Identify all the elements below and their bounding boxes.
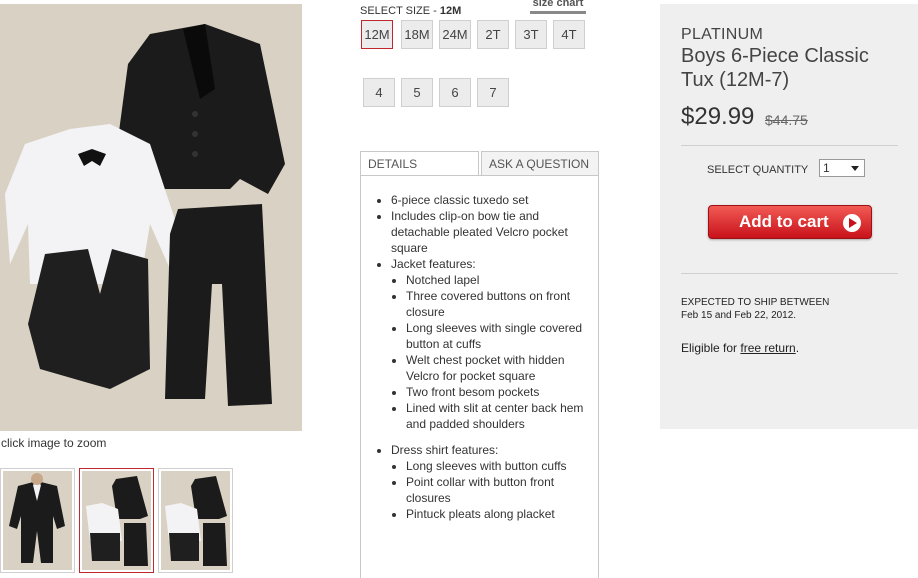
size-option-2t[interactable]: 2T [477,20,509,49]
sale-price: $29.99 [681,103,755,130]
divider [681,273,898,274]
return-eligibility-prefix: Eligible for [681,341,741,355]
list-item: Two front besom pockets [406,384,588,400]
thumbnail-tux-alt-image [165,476,227,566]
size-selected-value: 12M [439,5,462,17]
quantity-label: SELECT QUANTITY [707,164,809,176]
size-option-12m[interactable]: 12M [361,20,393,49]
jacket-features-list: Notched lapel Three covered buttons on f… [391,272,588,432]
list-item: Lined with slit at center back hem and p… [406,400,588,432]
product-title: Boys 6-Piece Classic Tux (12M-7) [681,45,869,91]
size-option-7[interactable]: 7 [477,78,509,107]
free-return-link[interactable]: free return [740,341,795,355]
chevron-down-icon [851,166,859,171]
add-to-cart-button[interactable]: Add to cart [708,205,872,239]
return-eligibility: Eligible for free return. [681,341,799,355]
thumbnail-3[interactable] [158,468,233,573]
list-item: Welt chest pocket with hidden Velcro for… [406,352,588,384]
return-eligibility-suffix: . [795,341,800,355]
list-item: Pintuck pleats along placket [406,506,588,522]
quantity-value: 1 [823,161,830,175]
thumbnail-tux-pieces-image [86,476,148,566]
thumbnail-tux-front-image [9,473,65,563]
shipping-estimate-heading: EXPECTED TO SHIP BETWEEN [681,297,830,308]
tuxedo-set-illustration [5,24,285,406]
main-product-image[interactable] [0,4,302,431]
tab-details[interactable]: DETAILS [360,151,479,176]
details-list: 6-piece classic tuxedo set Includes clip… [377,192,588,522]
tab-ask-a-question[interactable]: ASK A QUESTION [481,151,599,176]
size-option-18m[interactable]: 18M [401,20,433,49]
purchase-panel: PLATINUM Boys 6-Piece Classic Tux (12M-7… [660,4,918,429]
list-item-heading: Dress shirt features: [391,443,499,457]
size-option-4t[interactable]: 4T [553,20,585,49]
list-item: 6-piece classic tuxedo set [391,192,588,208]
size-chart-link[interactable]: size chart [530,0,586,14]
zoom-caption: click image to zoom [1,436,107,450]
list-item: Long sleeves with single covered button … [406,320,588,352]
size-option-3t[interactable]: 3T [515,20,547,49]
list-item: Three covered buttons on front closure [406,288,588,320]
list-item: Jacket features: Notched lapel Three cov… [391,256,588,432]
size-label-text: SELECT SIZE - [360,5,440,17]
thumbnail-1[interactable] [0,468,75,573]
list-item: Point collar with button front closures [406,474,588,506]
details-panel: 6-piece classic tuxedo set Includes clip… [360,175,599,578]
list-item: Long sleeves with button cuffs [406,458,588,474]
details-tabs: DETAILS ASK A QUESTION [360,151,599,176]
size-label: SELECT SIZE - 12M [360,5,461,17]
original-price: $44.75 [765,112,808,128]
size-option-4[interactable]: 4 [363,78,395,107]
size-option-24m[interactable]: 24M [439,20,471,49]
thumbnail-2[interactable] [79,468,154,573]
list-item-heading: Jacket features: [391,257,476,271]
thumbnail-strip [0,468,233,573]
size-option-6[interactable]: 6 [439,78,471,107]
arrow-right-icon [843,214,861,232]
add-to-cart-label: Add to cart [739,212,829,231]
shipping-estimate: EXPECTED TO SHIP BETWEEN Feb 15 and Feb … [681,296,829,322]
list-item: Dress shirt features: Long sleeves with … [391,442,588,522]
divider [681,145,898,146]
size-option-5[interactable]: 5 [401,78,433,107]
brand-name: PLATINUM [681,26,764,43]
quantity-select[interactable]: 1 [819,159,865,177]
list-item: Notched lapel [406,272,588,288]
shipping-estimate-dates: Feb 15 and Feb 22, 2012. [681,310,797,321]
shirt-features-list: Long sleeves with button cuffs Point col… [391,458,588,522]
list-item: Includes clip-on bow tie and detachable … [391,208,588,256]
